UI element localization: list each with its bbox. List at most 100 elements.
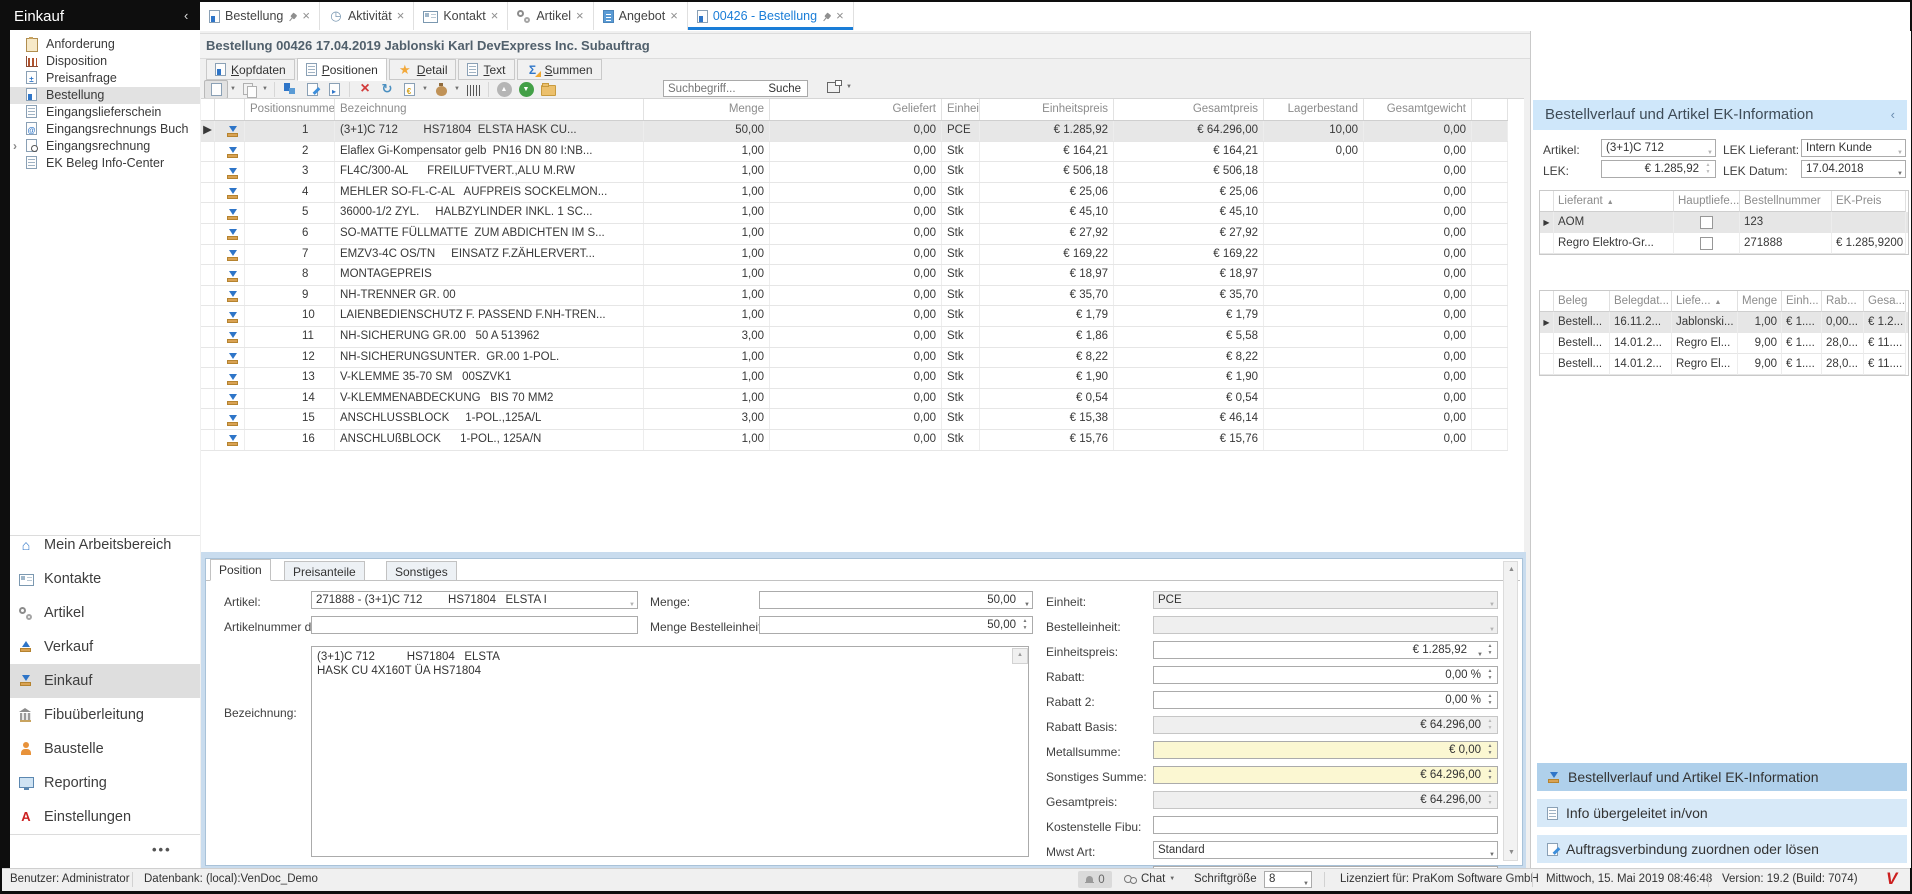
grid-col-header[interactable] xyxy=(201,99,215,120)
history-col-header[interactable]: Beleg xyxy=(1554,291,1610,312)
artikelnummer-lf-input[interactable] xyxy=(311,616,638,634)
close-icon[interactable]: × xyxy=(491,11,499,21)
grid-col-header[interactable]: Positionsnummer xyxy=(245,99,335,120)
history-row[interactable]: ▶Bestell...16.11.2...Jablonski...1,00€ 1… xyxy=(1540,312,1908,333)
suppliers-col-header[interactable]: EK-Preis xyxy=(1832,191,1906,212)
table-row[interactable]: 9NH-TRENNER GR. 001,000,00Stk€ 35,70€ 35… xyxy=(201,286,1508,307)
sidebar-item-fibu-berleitung[interactable]: Fibuüberleitung xyxy=(10,698,200,732)
checkbox[interactable] xyxy=(1700,237,1713,250)
detail-tab-position[interactable]: Position xyxy=(210,559,271,581)
table-row[interactable]: 16ANSCHLUßBLOCK 1-POL., 125A/N1,000,00St… xyxy=(201,430,1508,451)
table-row[interactable]: 3FL4C/300-AL FREILUFTVERT.,ALU M.RW1,000… xyxy=(201,162,1508,183)
sidebar-item-einstellungen[interactable]: AEinstellungen xyxy=(10,800,200,834)
tab-artikel[interactable]: Artikel× xyxy=(508,2,593,30)
edit-next-button[interactable]: ▸ xyxy=(323,81,345,98)
grid-col-header[interactable]: Lagerbestand xyxy=(1264,99,1364,120)
sidebar-item-mein-arbeitsbereich[interactable]: ⌂Mein Arbeitsbereich xyxy=(10,528,200,562)
sidebar-item-kontakte[interactable]: Kontakte xyxy=(10,562,200,596)
chevron-down-icon[interactable]: ▼ xyxy=(452,86,462,92)
grid-col-header[interactable]: Gesamtpreis xyxy=(1114,99,1264,120)
close-icon[interactable]: × xyxy=(670,11,678,21)
refresh-button[interactable]: ↻ xyxy=(376,81,398,98)
euro-button[interactable]: € xyxy=(398,81,420,98)
table-row[interactable]: 2Elaflex Gi-Kompensator gelb PN16 DN 80 … xyxy=(201,142,1508,163)
dock-item-2[interactable]: Auftragsverbindung zuordnen oder lösen xyxy=(1537,835,1907,863)
sidebar-tree-item-0[interactable]: Anforderung xyxy=(10,36,200,53)
scroll-up-icon[interactable]: ▲ xyxy=(1504,562,1519,577)
sidebar-tree-item-1[interactable]: Disposition xyxy=(10,53,200,70)
search-input[interactable] xyxy=(664,83,762,95)
field-metallsumme-[interactable]: € 0,00▲▼ xyxy=(1153,741,1498,759)
detail-panel-scrollbar[interactable]: ▲ ▼ xyxy=(1503,561,1518,861)
sidebar-item-einkauf[interactable]: Einkauf xyxy=(10,664,200,698)
folder-button[interactable] xyxy=(537,81,559,98)
rp-lek-input[interactable]: € 1.285,92 ▲▼ xyxy=(1601,160,1716,178)
tab-kontakt[interactable]: Kontakt× xyxy=(414,2,508,30)
suppliers-col-header[interactable]: Bestellnummer xyxy=(1740,191,1832,212)
sidebar-item-baustelle[interactable]: Baustelle xyxy=(10,732,200,766)
rp-lek-lieferant-combo[interactable]: Intern Kunde ▼ xyxy=(1801,139,1906,157)
grid-col-header[interactable]: Gesamtgewicht xyxy=(1364,99,1472,120)
grid-col-header[interactable]: Menge xyxy=(644,99,770,120)
chevron-down-icon[interactable]: ▼ xyxy=(420,86,430,92)
supplier-row[interactable]: ▶AOM123 xyxy=(1540,212,1908,233)
grid-col-header[interactable]: Einheit xyxy=(942,99,980,120)
tab-aktivit-t[interactable]: ◷Aktivität× xyxy=(320,2,414,30)
grid-col-header[interactable]: Bezeichnung xyxy=(335,99,644,120)
expander-icon[interactable]: › xyxy=(13,138,17,155)
field-rabatt-2-[interactable]: 0,00 %▲▼ xyxy=(1153,691,1498,709)
sidebar-item-reporting[interactable]: Reporting xyxy=(10,766,200,800)
upload-button[interactable]: ▲ xyxy=(493,81,515,98)
blocks-button[interactable] xyxy=(279,81,301,98)
history-col-header[interactable]: Gesa... xyxy=(1864,291,1906,312)
chevron-down-icon[interactable]: ▼ xyxy=(228,86,238,92)
layout-button[interactable]: ▼ xyxy=(827,80,854,93)
table-row[interactable]: 15ANSCHLUSSBLOCK 1-POL.,125A/L3,000,00St… xyxy=(201,409,1508,430)
grid-col-header[interactable] xyxy=(1472,99,1508,120)
detail-tab-sonstiges[interactable]: Sonstiges xyxy=(386,561,457,581)
view-tab-positionen[interactable]: Positionen xyxy=(297,58,387,81)
table-row[interactable]: 8MONTAGEPREIS1,000,00Stk€ 18,97€ 18,970,… xyxy=(201,265,1508,286)
moneybag-button[interactable] xyxy=(430,81,452,98)
table-row[interactable]: 4MEHLER SO-FL-C-AL AUFPREIS SOCKELMON...… xyxy=(201,183,1508,204)
close-icon[interactable]: × xyxy=(302,11,310,21)
checkbox[interactable] xyxy=(1700,216,1713,229)
tab-bestellung[interactable]: Bestellung× xyxy=(200,2,320,30)
history-col-header[interactable] xyxy=(1540,291,1554,312)
sidebar-tree-item-7[interactable]: EK Beleg Info-Center xyxy=(10,155,200,172)
field-einheitspreis-[interactable]: € 1.285,92▲▼▼ xyxy=(1153,641,1498,659)
history-row[interactable]: Bestell...14.01.2...Regro El...9,00€ 1..… xyxy=(1540,354,1908,375)
tab-angebot[interactable]: Angebot× xyxy=(594,2,688,30)
history-col-header[interactable]: Einh... xyxy=(1782,291,1822,312)
scroll-down-icon[interactable]: ▼ xyxy=(1504,845,1519,860)
sidebar-collapse-icon[interactable]: ‹ xyxy=(184,8,188,23)
sidebar-item-verkauf[interactable]: Verkauf xyxy=(10,630,200,664)
suppliers-col-header[interactable] xyxy=(1540,191,1554,212)
artikel-combo[interactable]: 271888 - (3+1)C 712 HS71804 ELSTA I ▼ xyxy=(311,591,638,609)
sidebar-tree-item-2[interactable]: ±Preisanfrage xyxy=(10,70,200,87)
table-row[interactable]: 7EMZV3-4C OS/TN EINSATZ F.ZÄHLERVERT...1… xyxy=(201,245,1508,266)
sidebar-tree-item-4[interactable]: Eingangslieferschein xyxy=(10,104,200,121)
sidebar-tree-item-6[interactable]: ›Eingangsrechnung xyxy=(10,138,200,155)
table-row[interactable]: 10LAIENBEDIENSCHUTZ F. PASSEND F.NH-TREN… xyxy=(201,306,1508,327)
table-row[interactable]: 6SO-MATTE FÜLLMATTE ZUM ABDICHTEN IM S..… xyxy=(201,224,1508,245)
bezeichnung-textarea[interactable]: (3+1)C 712 HS71804 ELSTA HASK CU 4X160T … xyxy=(311,646,1029,857)
history-row[interactable]: Bestell...14.01.2...Regro El...9,00€ 1..… xyxy=(1540,333,1908,354)
chat-button[interactable]: Chat ▼ xyxy=(1124,873,1175,885)
grid-col-header[interactable] xyxy=(215,99,245,120)
table-row[interactable]: 12NH-SICHERUNGSUNTER. GR.00 1-POL.1,000,… xyxy=(201,348,1508,369)
search-button[interactable]: Suche xyxy=(762,83,807,95)
view-tab-summen[interactable]: ΣSummen xyxy=(517,59,602,80)
sidebar-tree-item-5[interactable]: @Eingangsrechnungs Buch xyxy=(10,121,200,138)
copy-button[interactable] xyxy=(238,81,260,98)
menge-bestelleinheit-input[interactable]: 50,00 ▲▼ xyxy=(759,616,1033,634)
menge-input[interactable]: 50,00 ▼ xyxy=(759,591,1033,609)
history-col-header[interactable]: Liefe...▲ xyxy=(1672,291,1738,312)
supplier-row[interactable]: Regro Elektro-Gr...271888€ 1.285,9200 xyxy=(1540,233,1908,254)
suppliers-col-header[interactable]: Hauptliefe... xyxy=(1674,191,1740,212)
close-icon[interactable]: × xyxy=(397,11,405,21)
panel-collapse-icon[interactable]: ‹ xyxy=(1891,107,1895,122)
dock-item-1[interactable]: Info übergeleitet in/von xyxy=(1537,799,1907,827)
chevron-down-icon[interactable]: ▼ xyxy=(260,86,270,92)
detail-tab-preisanteile[interactable]: Preisanteile xyxy=(284,561,365,581)
